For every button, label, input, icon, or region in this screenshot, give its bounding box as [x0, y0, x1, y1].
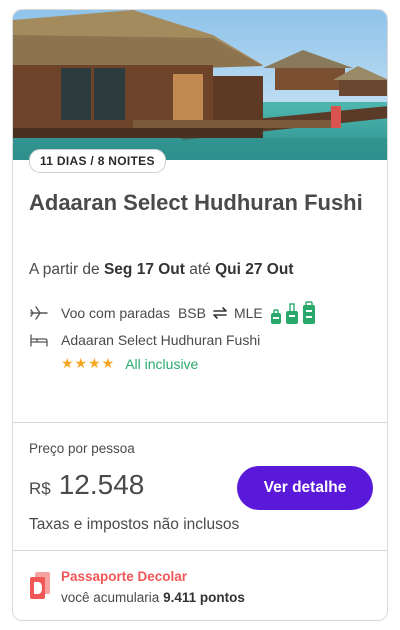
- view-details-button[interactable]: Ver detalhe: [237, 466, 373, 510]
- taxes-note: Taxas e impostos não inclusos: [29, 516, 240, 533]
- dates-prefix: A partir de: [29, 261, 100, 278]
- checked-bag-icon: [302, 301, 315, 324]
- round-trip-arrows-icon: [211, 306, 229, 320]
- baggage-icons: [270, 301, 316, 325]
- package-title[interactable]: Adaaran Select Hudhuran Fushi: [29, 188, 369, 218]
- duration-badge: 11 DIAS / 8 NOITES: [29, 149, 166, 173]
- destination-airport: MLE: [233, 305, 263, 321]
- hotel-rating: ★★★★ All inclusive: [61, 355, 198, 372]
- package-card[interactable]: 11 DIAS / 8 NOITES Adaaran Select Hudhur…: [12, 9, 388, 621]
- price: R$ 12.548: [29, 469, 144, 501]
- dates-connector: até: [189, 261, 211, 278]
- end-date: Qui 27 Out: [215, 261, 294, 278]
- loyalty-title[interactable]: Passaporte Decolar: [61, 569, 187, 584]
- hotel-name: Adaaran Select Hudhuran Fushi: [61, 332, 261, 348]
- bed-icon: [29, 332, 49, 348]
- meal-plan: All inclusive: [125, 355, 199, 372]
- hotel-photo[interactable]: [13, 10, 387, 160]
- points-value: 9.411 pontos: [163, 590, 245, 605]
- divider: [13, 422, 387, 423]
- carry-on-icon: [285, 303, 298, 324]
- loyalty-text: você acumularia: [61, 590, 160, 605]
- flight-info: Voo com paradas BSB MLE: [29, 301, 316, 325]
- personal-bag-icon: [270, 309, 281, 324]
- loyalty-points: você acumularia 9.411 pontos: [61, 590, 245, 605]
- plane-icon: [29, 305, 49, 321]
- price-label: Preço por pessoa: [29, 441, 135, 456]
- origin-airport: BSB: [177, 305, 206, 321]
- divider: [13, 550, 387, 551]
- hotel-info: Adaaran Select Hudhuran Fushi: [29, 332, 260, 348]
- travel-dates: A partir de Seg 17 Out até Qui 27 Out: [29, 261, 294, 279]
- start-date: Seg 17 Out: [103, 261, 185, 278]
- price-amount: 12.548: [58, 469, 145, 500]
- price-currency: R$: [29, 479, 51, 498]
- flight-type: Voo com paradas: [61, 305, 170, 321]
- passaporte-logo-icon: [29, 572, 51, 600]
- star-rating: ★★★★: [61, 355, 116, 371]
